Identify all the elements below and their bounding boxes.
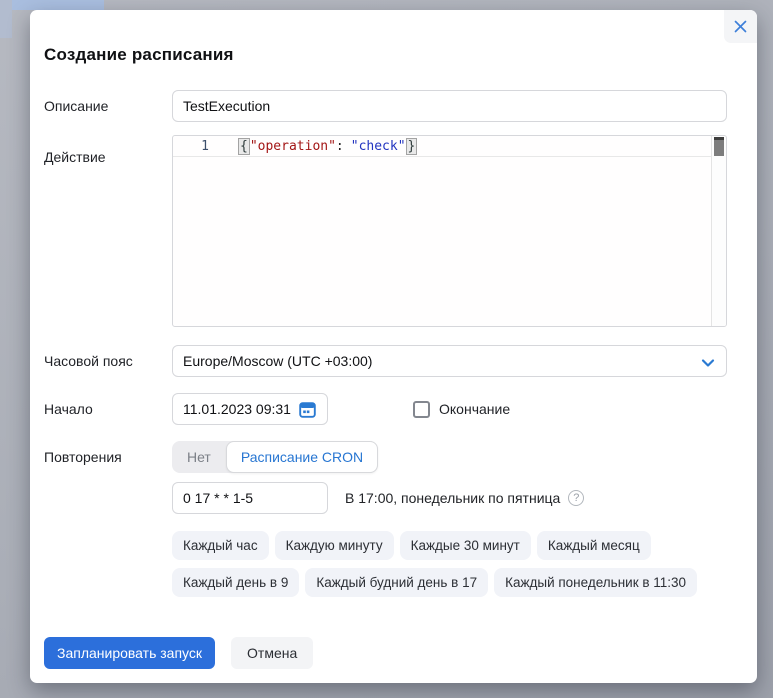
start-datetime-input[interactable] bbox=[172, 393, 328, 425]
timezone-selected-value: Europe/Moscow (UTC +03:00) bbox=[183, 353, 373, 369]
background-page-fragment-side bbox=[0, 0, 12, 38]
close-button[interactable] bbox=[724, 10, 757, 43]
action-row: Действие 1 {"operation": "check"} bbox=[44, 135, 727, 327]
repeat-segmented-control: Нет Расписание CRON bbox=[172, 441, 379, 473]
preset-every-minute[interactable]: Каждую минуту bbox=[274, 531, 394, 560]
preset-every-30-min[interactable]: Каждые 30 минут bbox=[399, 531, 531, 560]
help-icon[interactable]: ? bbox=[568, 490, 585, 506]
code-content: {"operation": "check"} bbox=[209, 138, 418, 155]
preset-every-weekday-17[interactable]: Каждый будний день в 17 bbox=[305, 568, 489, 597]
code-value: "check" bbox=[350, 139, 406, 154]
editor-scrollbar-thumb[interactable] bbox=[714, 137, 724, 156]
preset-every-month[interactable]: Каждый месяц bbox=[536, 531, 651, 560]
preset-every-day-9[interactable]: Каждый день в 9 bbox=[172, 568, 300, 597]
preset-chips-row-1: Каждый час Каждую минуту Каждые 30 минут… bbox=[44, 531, 727, 560]
code-close-brace: } bbox=[405, 138, 418, 155]
start-row: Начало Окончание bbox=[44, 393, 727, 425]
code-open-brace: { bbox=[238, 138, 250, 155]
repeat-label: Повторения bbox=[44, 449, 122, 465]
code-key: "operation" bbox=[249, 139, 336, 154]
cancel-button[interactable]: Отмена bbox=[231, 637, 314, 669]
preset-every-monday-1130[interactable]: Каждый понедельник в 11:30 bbox=[494, 568, 698, 597]
cron-expression-input[interactable] bbox=[172, 482, 328, 514]
repeat-option-none[interactable]: Нет bbox=[172, 441, 226, 473]
repeat-option-cron[interactable]: Расписание CRON bbox=[225, 441, 379, 473]
calendar-icon[interactable] bbox=[299, 401, 316, 418]
line-number: 1 bbox=[201, 139, 209, 154]
cron-human-readable-hint: В 17:00, понедельник по пятница bbox=[345, 490, 561, 506]
end-option: Окончание bbox=[413, 393, 510, 425]
schedule-run-button[interactable]: Запланировать запуск bbox=[44, 637, 216, 669]
end-checkbox[interactable] bbox=[413, 400, 430, 418]
editor-scrollbar-track[interactable] bbox=[711, 136, 726, 326]
create-schedule-modal: Создание расписания Описание Действие 1 … bbox=[30, 10, 757, 683]
chevron-down-icon bbox=[701, 355, 715, 371]
action-label: Действие bbox=[44, 149, 106, 165]
page-title: Создание расписания bbox=[44, 45, 234, 64]
close-icon bbox=[734, 20, 747, 33]
start-datetime-value[interactable] bbox=[183, 401, 293, 417]
description-input[interactable] bbox=[172, 90, 727, 122]
modal-footer: Запланировать запуск Отмена bbox=[44, 637, 727, 669]
code-line: 1 {"operation": "check"} bbox=[173, 136, 711, 157]
timezone-row: Часовой пояс Europe/Moscow (UTC +03:00) bbox=[44, 345, 727, 377]
preset-chips-row-2: Каждый день в 9 Каждый будний день в 17 … bbox=[44, 568, 727, 597]
repeat-row: Повторения Нет Расписание CRON bbox=[44, 441, 727, 473]
background-page-fragment bbox=[12, 0, 104, 10]
preset-every-hour[interactable]: Каждый час bbox=[172, 531, 269, 560]
code-colon: : bbox=[335, 139, 344, 154]
action-code-editor[interactable]: 1 {"operation": "check"} bbox=[172, 135, 727, 327]
start-label: Начало bbox=[44, 401, 93, 417]
timezone-label: Часовой пояс bbox=[44, 353, 133, 369]
description-label: Описание bbox=[44, 98, 109, 114]
end-checkbox-label: Окончание bbox=[439, 401, 511, 417]
description-row: Описание bbox=[44, 90, 727, 122]
timezone-select[interactable]: Europe/Moscow (UTC +03:00) bbox=[172, 345, 727, 377]
cron-row: В 17:00, понедельник по пятница ? bbox=[44, 482, 727, 514]
